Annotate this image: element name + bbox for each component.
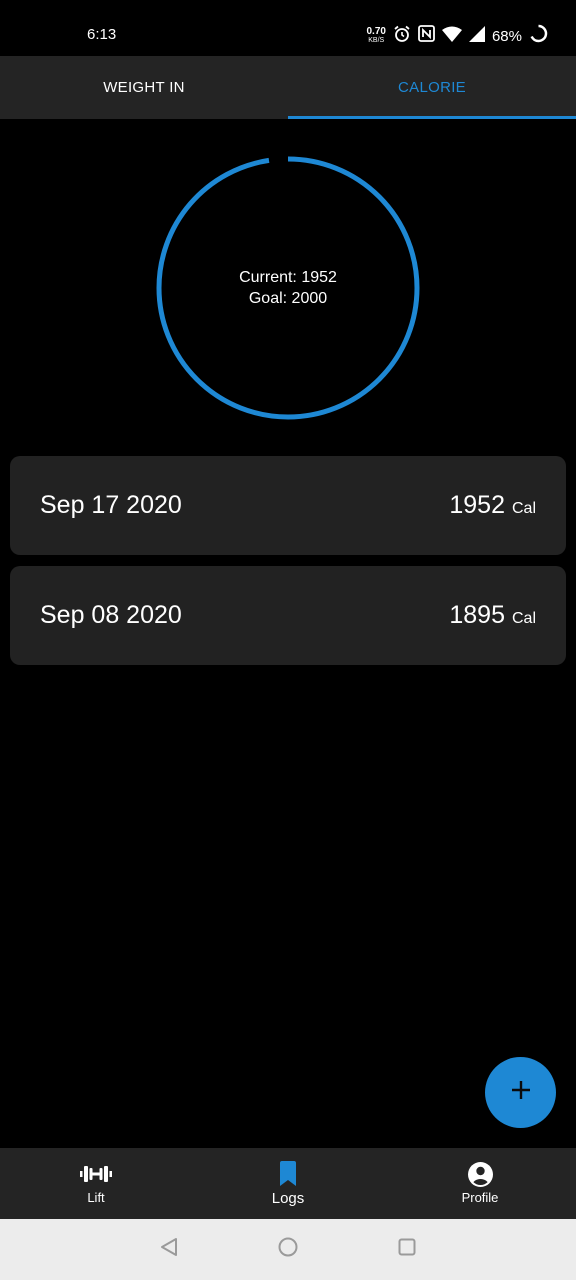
- account-circle-icon: [464, 1160, 496, 1188]
- log-entry-unit: Cal: [511, 500, 536, 517]
- battery-percent: 68%: [491, 27, 522, 45]
- nav-label-lift: Lift: [87, 1190, 105, 1205]
- system-home-button[interactable]: [276, 1237, 300, 1261]
- log-entry-date: Sep 08 2020: [40, 601, 182, 629]
- wifi-icon: [441, 26, 462, 47]
- log-entry-value: 1895 Cal: [449, 601, 536, 630]
- status-icons: 0.70 KB/S 68%: [367, 24, 549, 48]
- nav-label-logs: Logs: [271, 1190, 305, 1207]
- progress-ring-text: Current: 1952 Goal: 2000: [150, 150, 426, 426]
- add-entry-button[interactable]: [485, 1057, 556, 1128]
- log-entry-unit: Cal: [511, 610, 536, 627]
- tab-weight-in[interactable]: WEIGHT IN: [0, 56, 288, 119]
- nav-item-profile[interactable]: Profile: [384, 1148, 576, 1219]
- nfc-icon: [418, 25, 435, 47]
- tab-bar: WEIGHT IN CALORIE: [0, 56, 576, 119]
- log-entry-card[interactable]: Sep 08 2020 1895 Cal: [10, 566, 566, 665]
- status-bar: 6:13 0.70 KB/S 68%: [0, 0, 576, 56]
- system-back-button[interactable]: [157, 1237, 181, 1261]
- status-time: 6:13: [87, 26, 117, 43]
- goal-calories: Goal: 2000: [248, 290, 328, 307]
- log-entry-date: Sep 17 2020: [40, 491, 182, 519]
- log-entry-card[interactable]: Sep 17 2020 1952 Cal: [10, 456, 566, 555]
- log-entry-calories: 1895: [449, 601, 505, 629]
- nav-label-profile: Profile: [461, 1190, 499, 1205]
- back-triangle-icon: [159, 1237, 179, 1262]
- tab-calorie[interactable]: CALORIE: [288, 56, 576, 119]
- alarm-icon: [393, 25, 411, 48]
- nav-item-logs[interactable]: Logs: [192, 1148, 384, 1219]
- network-speed-value: 0.70: [366, 26, 386, 37]
- plus-icon: [510, 1079, 532, 1106]
- log-entry-value: 1952 Cal: [449, 491, 536, 520]
- tab-calorie-label: CALORIE: [398, 79, 466, 96]
- home-circle-icon: [277, 1236, 299, 1263]
- system-recents-button[interactable]: [395, 1237, 419, 1261]
- active-tab-indicator: [288, 116, 576, 119]
- signal-icon: [468, 25, 485, 47]
- battery-ring-icon: [529, 24, 548, 48]
- system-navigation-bar: [0, 1219, 576, 1280]
- bottom-navigation: Lift Logs Profile: [0, 1148, 576, 1219]
- calorie-log-screen: 6:13 0.70 KB/S 68% WEIGHT IN CALORIE Cur…: [0, 0, 576, 1280]
- log-entry-calories: 1952: [449, 491, 505, 519]
- calorie-progress-ring: Current: 1952 Goal: 2000: [150, 150, 426, 426]
- dumbbell-icon: [80, 1160, 112, 1188]
- current-calories: Current: 1952: [239, 269, 337, 286]
- network-speed: 0.70 KB/S: [367, 27, 386, 45]
- network-speed-unit: KB/S: [368, 37, 385, 44]
- nav-item-lift[interactable]: Lift: [0, 1148, 192, 1219]
- recents-square-icon: [397, 1237, 417, 1262]
- tab-weight-in-label: WEIGHT IN: [103, 79, 185, 96]
- bookmark-icon: [272, 1160, 304, 1188]
